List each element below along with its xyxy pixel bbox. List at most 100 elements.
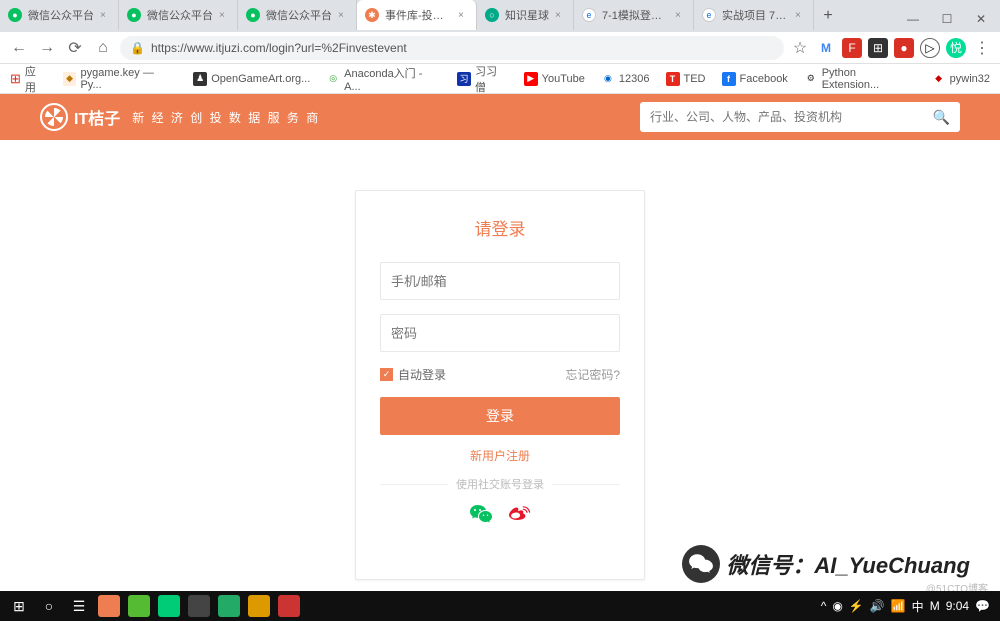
home-button[interactable]: ⌂: [92, 37, 114, 59]
auto-login-label: 自动登录: [398, 366, 446, 383]
notifications-icon[interactable]: 💬: [975, 599, 990, 613]
bookmark-label: TED: [684, 73, 706, 85]
forgot-password-link[interactable]: 忘记密码?: [565, 366, 620, 383]
weibo-login-icon[interactable]: [507, 502, 531, 526]
wechat-icon: ●: [8, 8, 22, 22]
bookmark-12306[interactable]: ◉ 12306: [601, 72, 650, 86]
bookmark-xixi[interactable]: 习 习习僧: [457, 63, 508, 95]
planet-icon: ○: [485, 8, 499, 22]
tab-title: 微信公众平台: [147, 7, 213, 23]
taskbar-app-5[interactable]: [214, 592, 244, 620]
tab-zhishixingqiu[interactable]: ○ 知识星球 ×: [477, 0, 574, 30]
taskbar-app-2[interactable]: [124, 592, 154, 620]
menu-button[interactable]: ⋮: [972, 38, 992, 58]
apps-button[interactable]: ⊞ 应用: [10, 63, 47, 95]
gear-icon: ⚙: [804, 72, 818, 86]
back-button[interactable]: ←: [8, 37, 30, 59]
tray-wifi-icon[interactable]: ⚡: [849, 599, 864, 613]
bookmark-python-ext[interactable]: ⚙ Python Extension...: [804, 67, 916, 91]
close-icon[interactable]: ×: [675, 10, 685, 21]
taskbar-clock[interactable]: 9:04: [946, 599, 969, 613]
bookmark-star-icon[interactable]: ☆: [790, 38, 810, 58]
tab-title: 实战项目 7：检: [722, 7, 789, 23]
wechat-icon: ●: [246, 8, 260, 22]
social-divider: 使用社交账号登录: [380, 476, 620, 492]
bookmark-ted[interactable]: T TED: [666, 72, 706, 86]
ime-indicator[interactable]: 中: [912, 598, 924, 615]
login-button[interactable]: 登录: [380, 397, 620, 435]
close-icon[interactable]: ×: [795, 10, 805, 21]
password-input[interactable]: [380, 314, 620, 352]
close-icon[interactable]: ×: [338, 10, 348, 21]
taskbar-app-4[interactable]: [184, 592, 214, 620]
close-icon[interactable]: ×: [219, 10, 229, 21]
bookmark-youtube[interactable]: ▶ YouTube: [524, 72, 585, 86]
folder-icon: 习: [457, 72, 471, 86]
bookmark-label: 12306: [619, 73, 650, 85]
new-tab-button[interactable]: +: [814, 0, 842, 32]
browser-tabs-row: ● 微信公众平台 × ● 微信公众平台 × ● 微信公众平台 × ✱ 事件库-投…: [0, 0, 1000, 32]
header-search: 🔍: [640, 102, 960, 132]
social-login-row: [380, 502, 620, 526]
tray-chevron-icon[interactable]: ^: [821, 599, 827, 613]
phone-email-input[interactable]: [380, 262, 620, 300]
bookmark-label: Python Extension...: [822, 67, 916, 91]
tab-title: 事件库-投融资: [385, 7, 452, 23]
tray-volume-icon[interactable]: 🔊: [870, 599, 885, 613]
ime-mode-indicator[interactable]: M: [930, 599, 940, 613]
bookmark-facebook[interactable]: f Facebook: [722, 72, 788, 86]
tab-wechat-2[interactable]: ● 微信公众平台 ×: [119, 0, 238, 30]
system-tray: ^ ◉ ⚡ 🔊 📶 中 M 9:04 💬: [821, 598, 996, 615]
brand-logo[interactable]: IT桔子: [40, 103, 120, 131]
close-icon[interactable]: ×: [100, 10, 110, 21]
wechat-login-icon[interactable]: [469, 502, 493, 526]
globe-icon: e: [702, 8, 716, 22]
globe-icon: e: [582, 8, 596, 22]
python-icon: ◆: [63, 72, 77, 86]
search-task-icon[interactable]: ○: [34, 592, 64, 620]
url-input[interactable]: 🔒 https://www.itjuzi.com/login?url=%2Fin…: [120, 36, 784, 60]
close-button[interactable]: ✕: [968, 6, 994, 32]
close-icon[interactable]: ×: [458, 10, 468, 21]
tab-itjuzi-active[interactable]: ✱ 事件库-投融资 ×: [357, 0, 477, 30]
tabs-container: ● 微信公众平台 × ● 微信公众平台 × ● 微信公众平台 × ✱ 事件库-投…: [0, 0, 900, 32]
apps-label: 应用: [25, 63, 47, 95]
taskbar-app-6[interactable]: [244, 592, 274, 620]
bookmark-anaconda[interactable]: ◎ Anaconda入门 - A...: [326, 65, 441, 93]
watermark-overlay: 微信号：AI_YueChuang: [682, 545, 970, 583]
extensions-area: ☆ M F ⊞ ● ▷ 悦 ⋮: [790, 38, 992, 58]
watermark-text: 微信号：AI_YueChuang: [726, 548, 970, 580]
tray-location-icon[interactable]: ◉: [832, 599, 842, 613]
close-icon[interactable]: ×: [555, 10, 565, 21]
ext-dark-icon[interactable]: ⊞: [868, 38, 888, 58]
ext-circle-icon[interactable]: ▷: [920, 38, 940, 58]
ext-red-icon[interactable]: F: [842, 38, 862, 58]
search-icon[interactable]: 🔍: [933, 109, 950, 126]
bookmark-pygame[interactable]: ◆ pygame.key — Py...: [63, 67, 178, 91]
tab-title: 知识星球: [505, 7, 549, 23]
cheese-icon: ◆: [932, 72, 946, 86]
tab-simulate-login[interactable]: e 7-1模拟登陆方 ×: [574, 0, 694, 30]
profile-icon[interactable]: 悦: [946, 38, 966, 58]
tab-project-7[interactable]: e 实战项目 7：检 ×: [694, 0, 814, 30]
bookmark-pywin32[interactable]: ◆ pywin32: [932, 72, 990, 86]
search-input[interactable]: [650, 110, 933, 124]
taskbar-app-3[interactable]: [154, 592, 184, 620]
auto-login-checkbox[interactable]: ✓ 自动登录: [380, 366, 446, 383]
tab-wechat-3[interactable]: ● 微信公众平台 ×: [238, 0, 357, 30]
taskbar-app-1[interactable]: [94, 592, 124, 620]
tab-wechat-1[interactable]: ● 微信公众平台 ×: [0, 0, 119, 30]
maximize-button[interactable]: ☐: [934, 6, 960, 32]
tray-network-icon[interactable]: 📶: [891, 599, 906, 613]
tab-title: 微信公众平台: [266, 7, 332, 23]
ext-dot-icon[interactable]: ●: [894, 38, 914, 58]
reload-button[interactable]: ⟳: [64, 37, 86, 59]
minimize-button[interactable]: —: [900, 6, 926, 32]
start-button[interactable]: ⊞: [4, 592, 34, 620]
bookmark-opengameart[interactable]: ♟ OpenGameArt.org...: [193, 72, 310, 86]
ext-m-icon[interactable]: M: [816, 38, 836, 58]
taskbar-app-7[interactable]: [274, 592, 304, 620]
register-link[interactable]: 新用户注册: [380, 447, 620, 464]
taskview-icon[interactable]: ☰: [64, 592, 94, 620]
forward-button[interactable]: →: [36, 37, 58, 59]
